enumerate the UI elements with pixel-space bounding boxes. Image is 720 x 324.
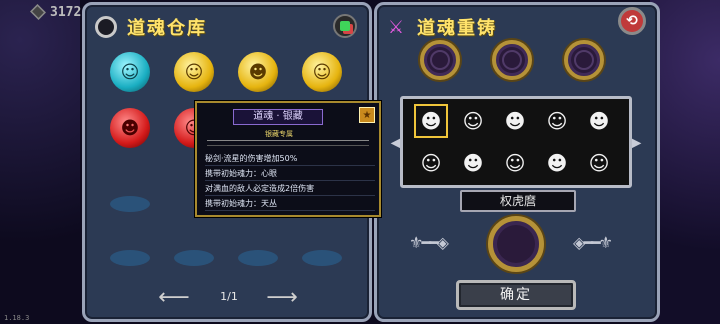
face-icon: ☺	[120, 61, 140, 83]
character-portrait[interactable]: ☺	[582, 146, 616, 180]
character-portrait[interactable]: ☺	[498, 146, 532, 180]
soul-slot-cyan[interactable]: ☺	[110, 52, 150, 92]
soul-tooltip: 道魂 · 银藏 ★ 银藏专属 秘剑·流星的伤害增加50% 携带初始魂力：心眼 对…	[195, 101, 381, 217]
tooltip-line: 携带初始魂力：天丛	[205, 198, 375, 211]
gem-count: 3172	[50, 4, 82, 20]
page-indicator: 1/1	[220, 290, 238, 303]
face-icon: ☺	[312, 61, 332, 83]
confirm-button[interactable]: 确定	[456, 280, 576, 310]
exit-icon: ⟲	[618, 7, 646, 35]
empty-soul-slot[interactable]	[238, 250, 278, 266]
background-right	[650, 0, 720, 324]
character-portrait[interactable]: ☻	[582, 104, 616, 138]
character-portrait[interactable]: ☺	[414, 146, 448, 180]
panel-title: 道魂仓库	[127, 18, 207, 39]
next-page-button[interactable]: ⟶	[264, 287, 300, 309]
face-icon: ☻	[120, 117, 140, 139]
soul-slot-red[interactable]: ☻	[110, 108, 150, 148]
tooltip-line: 携带初始魂力：心眼	[205, 168, 375, 181]
empty-soul-slot[interactable]	[110, 250, 150, 266]
character-portrait[interactable]: ☻	[540, 146, 574, 180]
empty-soul-slot[interactable]	[174, 250, 214, 266]
version-label: 1.18.3	[4, 314, 30, 322]
face-icon: ☻	[248, 61, 268, 83]
soul-slot-gold[interactable]: ☺	[174, 52, 214, 92]
background-left	[0, 0, 80, 324]
face-icon: ☺	[184, 61, 204, 83]
tooltip-line: 秘剑·流星的伤害增加50%	[205, 153, 375, 166]
filter-gem-button[interactable]	[333, 14, 357, 38]
soul-slot-gold[interactable]: ☻	[238, 52, 278, 92]
reforge-rune-slot[interactable]	[564, 40, 604, 80]
ornament-right-icon: ◈━━⚜	[573, 232, 613, 252]
selected-character-name: 权虎麿	[460, 190, 576, 212]
reforge-rune-slot[interactable]	[420, 40, 460, 80]
character-portrait[interactable]: ☺	[456, 104, 490, 138]
ring-icon	[95, 16, 117, 38]
panel-title: 道魂重铸	[417, 18, 497, 39]
panel-header: 道魂仓库	[89, 9, 365, 45]
character-portrait[interactable]: ☻	[456, 146, 490, 180]
reforge-socket[interactable]	[488, 216, 544, 272]
character-portrait[interactable]: ☻	[498, 104, 532, 138]
gem-counter: 3172	[30, 3, 81, 21]
sword-icon: ⚔	[387, 16, 405, 38]
favorite-star-button[interactable]: ★	[359, 107, 375, 123]
gem-icon	[30, 4, 46, 20]
character-portrait[interactable]: ☺	[540, 104, 574, 138]
prev-page-button[interactable]: ⟵	[156, 287, 192, 309]
soul-slot-gold[interactable]: ☺	[302, 52, 342, 92]
empty-soul-slot[interactable]	[302, 250, 342, 266]
character-portrait[interactable]: ☻	[414, 104, 448, 138]
exit-button[interactable]: ⟲	[612, 6, 652, 36]
reforge-rune-slot[interactable]	[492, 40, 532, 80]
empty-soul-slot[interactable]	[110, 196, 150, 212]
tooltip-divider	[207, 140, 369, 146]
tooltip-line: 对满血的敌人必定造成2倍伤害	[205, 183, 375, 196]
ornament-left-icon: ⚜━━◈	[409, 232, 449, 252]
tooltip-subtitle: 银藏专属	[265, 130, 293, 138]
tooltip-title: 道魂 · 银藏	[233, 109, 323, 125]
